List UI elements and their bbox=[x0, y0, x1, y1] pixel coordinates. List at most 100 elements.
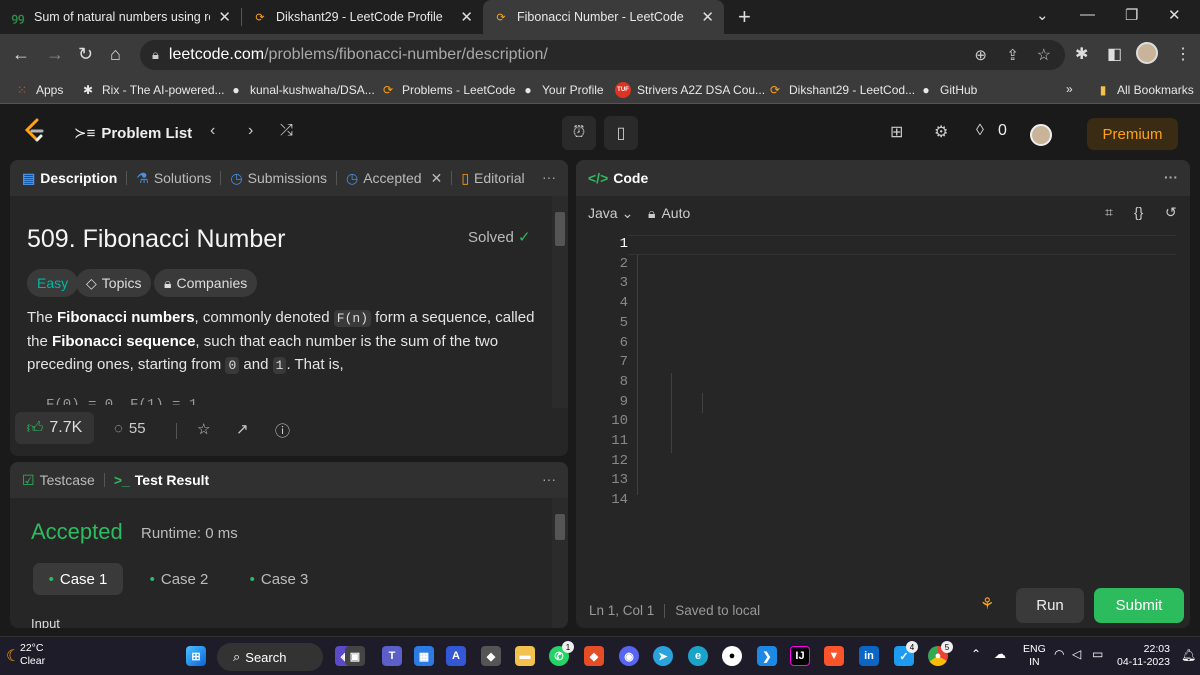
tab-testcase[interactable]: ☑ Testcase bbox=[22, 472, 95, 489]
notification-bell-icon[interactable]: 🔔︎ bbox=[1181, 648, 1196, 662]
telegram-icon[interactable]: ➤ bbox=[653, 646, 673, 666]
share-icon[interactable]: ⇪ bbox=[1006, 46, 1019, 64]
notes-button[interactable]: ▯ bbox=[604, 116, 638, 150]
next-problem-icon[interactable]: › bbox=[248, 122, 253, 140]
language-select[interactable]: Java ⌄ bbox=[588, 205, 633, 222]
bookmark-icon[interactable]: ⌗ bbox=[1105, 204, 1113, 221]
profile-avatar[interactable] bbox=[1136, 42, 1158, 64]
bookmark-profile[interactable]: ● Your Profile bbox=[520, 82, 603, 98]
reset-icon[interactable]: ↺ bbox=[1165, 204, 1177, 221]
tab-solutions[interactable]: ⚗ Solutions bbox=[136, 170, 211, 187]
browser-tab[interactable]: ꝯꝯ Sum of natural numbers using recu ✕ bbox=[0, 0, 241, 34]
favorite-star-icon[interactable]: ☆ bbox=[197, 420, 210, 438]
menu-kebab-icon[interactable]: ⋮ bbox=[1175, 44, 1191, 64]
input-language[interactable]: ENG IN bbox=[1023, 643, 1046, 669]
bookmark-rix[interactable]: ✱ Rix - The AI-powered... bbox=[80, 82, 225, 98]
tab-test-result[interactable]: >_ Test Result bbox=[114, 472, 209, 488]
windows-start-icon[interactable]: ⊞ bbox=[186, 646, 206, 666]
format-braces-icon[interactable]: {} bbox=[1134, 204, 1143, 220]
home-icon[interactable]: ⌂ bbox=[110, 44, 121, 65]
weather-widget[interactable]: 22°C Clear bbox=[20, 642, 45, 668]
store-icon[interactable]: ▦ bbox=[414, 646, 434, 666]
github-desktop-icon[interactable]: ● bbox=[722, 646, 742, 666]
app-cube-icon[interactable]: ◆ bbox=[481, 646, 501, 666]
discord-icon[interactable]: ◉ bbox=[619, 646, 639, 666]
task-view-icon[interactable]: ▣ bbox=[345, 646, 365, 666]
bookmark-apps[interactable]: ⁙ Apps bbox=[14, 82, 63, 98]
topics-chip[interactable]: ◇ Topics bbox=[76, 269, 152, 297]
testcase-scrollbar[interactable] bbox=[552, 498, 568, 628]
more-options-icon[interactable]: ··· bbox=[542, 471, 556, 487]
site-info-icon[interactable]: 🔒︎ bbox=[152, 47, 159, 63]
tab-search-icon[interactable]: ⌄ bbox=[1036, 6, 1049, 24]
debug-icon[interactable]: ⚘ bbox=[980, 594, 994, 614]
settings-gear-icon[interactable]: ⚙ bbox=[934, 122, 948, 142]
submit-button[interactable]: Submit bbox=[1094, 588, 1184, 623]
intellij-icon[interactable]: IJ bbox=[790, 646, 810, 666]
companies-chip[interactable]: 🔒︎ Companies bbox=[154, 269, 258, 297]
scroll-thumb[interactable] bbox=[555, 212, 565, 246]
restore-icon[interactable]: ❐ bbox=[1125, 6, 1138, 24]
bookmark-star-icon[interactable]: ☆ bbox=[1037, 45, 1051, 65]
comments-button[interactable]: ◌ 55 bbox=[114, 420, 146, 437]
difficulty-badge[interactable]: Easy bbox=[27, 269, 79, 297]
tray-chevron-icon[interactable]: ⌃ bbox=[971, 647, 981, 661]
close-tab-icon[interactable]: ✕ bbox=[460, 8, 473, 26]
share-icon[interactable]: ↗ bbox=[236, 420, 249, 438]
prev-problem-icon[interactable]: ‹ bbox=[210, 122, 215, 140]
auto-mode[interactable]: 🔒︎ Auto bbox=[648, 205, 690, 222]
volume-icon[interactable]: ◁ bbox=[1072, 647, 1081, 661]
problem-list-link[interactable]: ≻≡ Problem List bbox=[74, 124, 192, 142]
tab-editorial[interactable]: ▯ Editorial bbox=[461, 170, 524, 187]
taskbar-search[interactable]: ⌕ Search bbox=[217, 643, 323, 671]
tab-accepted[interactable]: ◷ Accepted ✕ bbox=[346, 170, 442, 187]
more-options-icon[interactable]: ··· bbox=[542, 169, 556, 185]
back-icon[interactable]: ← bbox=[12, 44, 30, 65]
address-bar[interactable]: 🔒︎ leetcode.com/problems/fibonacci-numbe… bbox=[140, 40, 1065, 70]
extensions-icon[interactable]: ✱ bbox=[1075, 44, 1088, 64]
shuffle-icon[interactable]: ⤮ bbox=[280, 122, 293, 140]
case-tab[interactable]: • Case 1 bbox=[33, 563, 123, 595]
linkedin-icon[interactable]: in bbox=[859, 646, 879, 666]
tab-description[interactable]: ▤ Description bbox=[22, 170, 117, 187]
battery-icon[interactable]: ▭ bbox=[1092, 647, 1103, 661]
wifi-icon[interactable]: ◠ bbox=[1054, 647, 1064, 661]
user-avatar[interactable] bbox=[1030, 124, 1052, 146]
file-explorer-icon[interactable]: ▬ bbox=[515, 646, 535, 666]
brave-icon[interactable]: ▼ bbox=[824, 646, 844, 666]
system-clock[interactable]: 22:03 04-11-2023 bbox=[1117, 643, 1170, 669]
close-tab-icon[interactable]: ✕ bbox=[218, 8, 231, 26]
leetcode-logo-icon[interactable] bbox=[22, 118, 46, 144]
streak-fire-icon[interactable]: ◊ bbox=[976, 122, 984, 140]
like-button[interactable]: 👍︎ 7.7K bbox=[15, 412, 94, 444]
edge-icon[interactable]: e bbox=[688, 646, 708, 666]
forward-icon[interactable]: → bbox=[46, 44, 64, 65]
tray-cloud-icon[interactable]: ☁ bbox=[994, 647, 1006, 661]
minimize-icon[interactable]: — bbox=[1080, 6, 1095, 23]
timer-button[interactable]: ⏰︎ bbox=[562, 116, 596, 150]
git-icon[interactable]: ◆ bbox=[584, 646, 604, 666]
help-icon[interactable]: ⓘ bbox=[275, 420, 290, 441]
close-tab-icon[interactable]: ✕ bbox=[701, 8, 714, 26]
premium-button[interactable]: Premium bbox=[1087, 118, 1178, 150]
bookmark-github[interactable]: ● GitHub bbox=[918, 82, 977, 98]
more-options-icon[interactable]: ··· bbox=[1164, 169, 1178, 185]
case-tab[interactable]: • Case 2 bbox=[134, 563, 224, 595]
bookmark-strivers[interactable]: TUF Strivers A2Z DSA Cou... bbox=[615, 82, 765, 98]
new-tab-button[interactable]: + bbox=[738, 4, 751, 30]
browser-tab-active[interactable]: ⟳ Fibonacci Number - LeetCode ✕ bbox=[483, 0, 724, 34]
vscode-icon[interactable]: ❯ bbox=[757, 646, 777, 666]
zoom-icon[interactable]: ⊕ bbox=[974, 46, 987, 64]
close-tab-icon[interactable]: ✕ bbox=[431, 170, 443, 187]
browser-tab[interactable]: ⟳ Dikshant29 - LeetCode Profile ✕ bbox=[242, 0, 483, 34]
scroll-thumb[interactable] bbox=[555, 514, 565, 540]
app-icon[interactable]: A bbox=[446, 646, 466, 666]
all-bookmarks[interactable]: ▮ All Bookmarks bbox=[1095, 82, 1194, 98]
description-scrollbar[interactable] bbox=[552, 196, 568, 408]
reload-icon[interactable]: ↻ bbox=[78, 44, 93, 65]
side-panel-icon[interactable]: ◧ bbox=[1107, 44, 1122, 64]
close-window-icon[interactable]: ✕ bbox=[1168, 6, 1181, 24]
bookmark-dikshant[interactable]: ⟳ Dikshant29 - LeetCod... bbox=[767, 82, 915, 98]
bookmark-problems[interactable]: ⟳ Problems - LeetCode bbox=[380, 82, 515, 98]
case-tab[interactable]: • Case 3 bbox=[234, 563, 324, 595]
